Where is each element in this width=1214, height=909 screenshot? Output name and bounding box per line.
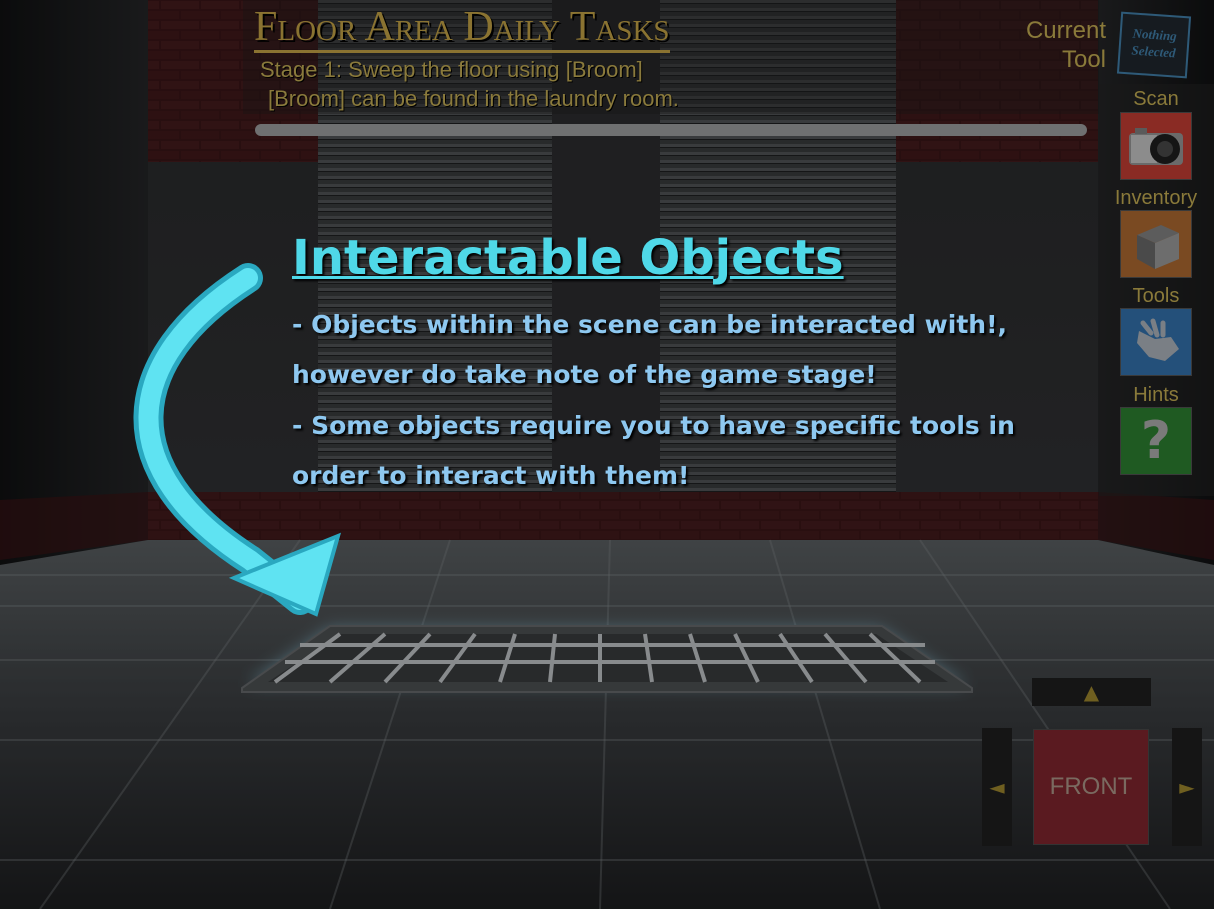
question-icon: ? xyxy=(1140,411,1172,471)
tutorial-text-line-2: however do take note of the game stage! xyxy=(292,360,877,389)
current-tool-label-line2: Tool xyxy=(1061,46,1106,73)
nav-left-arrow-icon: ◄ xyxy=(989,775,1005,799)
task-title: Floor Area Daily Tasks xyxy=(254,4,670,53)
view-front-label: FRONT xyxy=(1049,773,1133,800)
inventory-button[interactable] xyxy=(1120,210,1192,278)
room-scene xyxy=(0,0,1214,909)
task-stage-text: Stage 1: Sweep the floor using [Broom] xyxy=(260,57,643,82)
scan-button[interactable] xyxy=(1120,112,1192,180)
tutorial-text-line-4: order to interact with them! xyxy=(292,461,690,490)
current-tool-label: Current Tool xyxy=(1000,16,1106,74)
task-hint-text: [Broom] can be found in the laundry room… xyxy=(268,86,679,111)
current-tool-label-line1: Current xyxy=(1025,17,1106,44)
tools-button[interactable] xyxy=(1120,308,1192,376)
scan-label: Scan xyxy=(1133,88,1179,110)
nav-left-button[interactable]: ◄ xyxy=(982,728,1012,846)
nav-right-arrow-icon: ► xyxy=(1179,775,1195,799)
camera-icon xyxy=(1129,128,1183,165)
tutorial-text-line-3: - Some objects require you to have speci… xyxy=(292,411,1015,440)
game-viewport[interactable]: Floor Area Daily Tasks Stage 1: Sweep th… xyxy=(0,0,1214,909)
nav-up-button[interactable]: ▲ xyxy=(1032,678,1151,706)
current-tool-empty-line2: Selected xyxy=(1131,42,1177,61)
current-tool-slot[interactable]: Nothing Selected xyxy=(1116,11,1192,79)
nav-right-button[interactable]: ► xyxy=(1172,728,1202,846)
view-front-button[interactable]: FRONT xyxy=(1033,729,1149,845)
task-progress-bar xyxy=(255,124,1087,136)
tutorial-text-line-1: - Objects within the scene can be intera… xyxy=(292,310,1007,339)
nav-up-arrow-icon: ▲ xyxy=(1083,680,1100,704)
box-icon xyxy=(1137,225,1179,269)
tutorial-title: Interactable Objects xyxy=(292,230,844,286)
hints-label: Hints xyxy=(1133,384,1179,406)
hints-button[interactable]: ? xyxy=(1120,407,1192,475)
glove-icon xyxy=(1137,318,1179,361)
tools-label: Tools xyxy=(1132,285,1180,307)
inventory-label: Inventory xyxy=(1114,187,1198,209)
